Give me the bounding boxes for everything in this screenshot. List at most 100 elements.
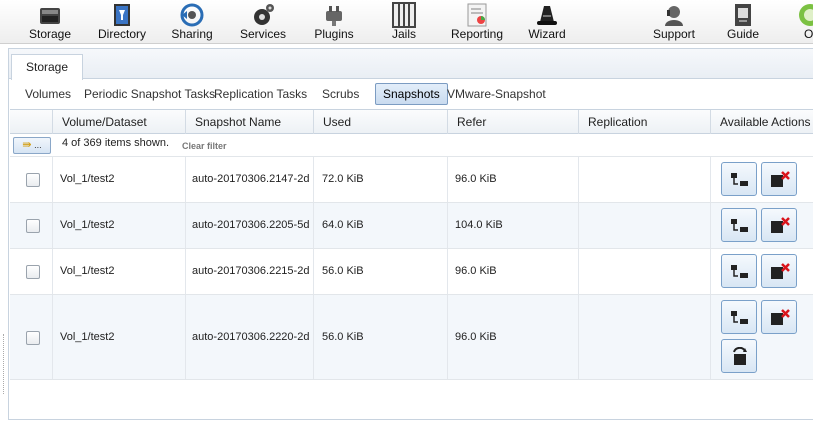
- toolbar-label: Storage: [28, 27, 72, 41]
- header-select-column: [10, 110, 52, 134]
- clone-snapshot-button[interactable]: [721, 254, 757, 288]
- toolbar-storage-button[interactable]: Storage: [22, 0, 78, 43]
- cell-snapshot-name: auto-20170306.2147-2d: [192, 173, 310, 185]
- support-icon: [665, 6, 683, 26]
- toolbar-label: Reporting: [450, 27, 504, 41]
- clone-icon: [731, 219, 748, 232]
- filter-row: ⇛ ... 4 of 369 items shown. Clear filter: [10, 134, 813, 156]
- jails-icon: [392, 2, 416, 28]
- cell-snapshot-name: auto-20170306.2220-2d: [192, 331, 310, 343]
- toolbar-label: Sharing: [171, 27, 213, 41]
- header-refer[interactable]: Refer: [447, 110, 578, 134]
- destroy-snapshot-button[interactable]: [761, 254, 797, 288]
- power-icon: [799, 4, 813, 26]
- sharing-icon: [180, 3, 204, 27]
- subtab-replication-tasks[interactable]: Replication Tasks: [214, 83, 307, 105]
- directory-icon: [114, 4, 130, 26]
- plugins-icon: [326, 6, 342, 26]
- toolbar-jails-button[interactable]: Jails: [380, 0, 428, 43]
- rollback-icon: [733, 347, 747, 365]
- clear-filter-link[interactable]: Clear filter: [182, 141, 227, 151]
- toolbar-power-button[interactable]: Ol: [792, 0, 813, 43]
- items-shown-count: 4 of 369 items shown.: [62, 137, 170, 149]
- clone-snapshot-button[interactable]: [721, 300, 757, 334]
- cell-refer: 96.0 KiB: [455, 331, 497, 343]
- row-checkbox[interactable]: [26, 265, 40, 279]
- clone-snapshot-button[interactable]: [721, 208, 757, 242]
- subtab-volumes[interactable]: Volumes: [25, 83, 71, 105]
- destroy-snapshot-button[interactable]: [761, 300, 797, 334]
- toolbar-plugins-button[interactable]: Plugins: [310, 0, 358, 43]
- tab-storage[interactable]: Storage: [11, 54, 83, 80]
- wizard-icon: [537, 6, 557, 25]
- subtab-vmware-snapshot[interactable]: VMware-Snapshot: [447, 83, 546, 105]
- row-checkbox[interactable]: [26, 173, 40, 187]
- destroy-snapshot-button[interactable]: [761, 162, 797, 196]
- delete-icon: [771, 309, 790, 325]
- guide-icon: [735, 4, 751, 26]
- row-checkbox[interactable]: [26, 219, 40, 233]
- subtab-periodic-snapshot-tasks[interactable]: Periodic Snapshot Tasks: [84, 83, 215, 105]
- cell-used: 56.0 KiB: [322, 265, 364, 277]
- cell-used: 64.0 KiB: [322, 219, 364, 231]
- cell-dataset: Vol_1/test2: [60, 173, 115, 185]
- header-used[interactable]: Used: [313, 110, 447, 134]
- table-row[interactable]: Vol_1/test2 auto-20170306.2215-2d 56.0 K…: [10, 248, 813, 294]
- storage-subtabs: Volumes Periodic Snapshot Tasks Replicat…: [9, 79, 813, 109]
- table-row[interactable]: Vol_1/test2 auto-20170306.2220-2d 56.0 K…: [10, 294, 813, 380]
- cell-snapshot-name: auto-20170306.2205-5d: [192, 219, 310, 231]
- cell-refer: 104.0 KiB: [455, 219, 503, 231]
- cell-dataset: Vol_1/test2: [60, 331, 115, 343]
- rollback-snapshot-button[interactable]: [721, 339, 757, 373]
- delete-icon: [771, 263, 790, 279]
- clone-icon: [731, 265, 748, 278]
- storage-panel: Storage Volumes Periodic Snapshot Tasks …: [8, 48, 813, 420]
- toolbar-services-button[interactable]: Services: [236, 0, 290, 43]
- resize-grip[interactable]: [3, 334, 5, 394]
- sidebar-collapse-edge[interactable]: [0, 44, 8, 420]
- header-available-actions: Available Actions: [710, 110, 813, 134]
- toolbar-label: Support: [652, 27, 696, 41]
- subtab-snapshots[interactable]: Snapshots: [375, 83, 448, 105]
- toolbar-reporting-button[interactable]: Reporting: [448, 0, 506, 43]
- storage-icon: [40, 8, 60, 24]
- toolbar-guide-button[interactable]: Guide: [718, 0, 768, 43]
- reporting-icon: [467, 3, 487, 27]
- header-replication[interactable]: Replication: [578, 110, 710, 134]
- services-icon: [254, 4, 274, 25]
- top-toolbar: Storage Directory Sharing Services Plugi…: [0, 0, 813, 44]
- destroy-snapshot-button[interactable]: [761, 208, 797, 242]
- toolbar-label: Ol: [804, 27, 813, 41]
- table-row[interactable]: Vol_1/test2 auto-20170306.2147-2d 72.0 K…: [10, 156, 813, 202]
- header-volume-dataset[interactable]: Volume/Dataset: [52, 110, 185, 134]
- toolbar-sharing-button[interactable]: Sharing: [166, 0, 218, 43]
- filter-arrow-icon: ⇛: [22, 139, 32, 151]
- toolbar-support-button[interactable]: Support: [648, 0, 700, 43]
- clone-icon: [731, 311, 748, 324]
- toolbar-label: Wizard: [528, 27, 566, 41]
- cell-used: 56.0 KiB: [322, 331, 364, 343]
- toolbar-label: Jails: [391, 27, 416, 41]
- table-row[interactable]: Vol_1/test2 auto-20170306.2205-5d 64.0 K…: [10, 202, 813, 248]
- grid-header: Volume/Dataset Snapshot Name Used Refer …: [10, 110, 813, 134]
- clone-icon: [731, 173, 748, 186]
- toolbar-label: Services: [239, 27, 286, 41]
- main-tabbar: Storage: [9, 49, 813, 80]
- row-checkbox[interactable]: [26, 331, 40, 345]
- snapshots-grid: Volume/Dataset Snapshot Name Used Refer …: [10, 109, 813, 429]
- filter-button[interactable]: ⇛ ...: [13, 137, 51, 154]
- cell-dataset: Vol_1/test2: [60, 265, 115, 277]
- cell-used: 72.0 KiB: [322, 173, 364, 185]
- delete-icon: [771, 171, 790, 187]
- toolbar-directory-button[interactable]: Directory: [94, 0, 150, 43]
- cell-refer: 96.0 KiB: [455, 265, 497, 277]
- toolbar-label: Plugins: [314, 27, 354, 41]
- toolbar-label: Guide: [726, 27, 760, 41]
- clone-snapshot-button[interactable]: [721, 162, 757, 196]
- cell-snapshot-name: auto-20170306.2215-2d: [192, 265, 310, 277]
- filter-button-label: ...: [34, 140, 42, 150]
- subtab-scrubs[interactable]: Scrubs: [322, 83, 359, 105]
- toolbar-label: Directory: [97, 27, 146, 41]
- header-snapshot-name[interactable]: Snapshot Name: [185, 110, 313, 134]
- toolbar-wizard-button[interactable]: Wizard: [522, 0, 572, 43]
